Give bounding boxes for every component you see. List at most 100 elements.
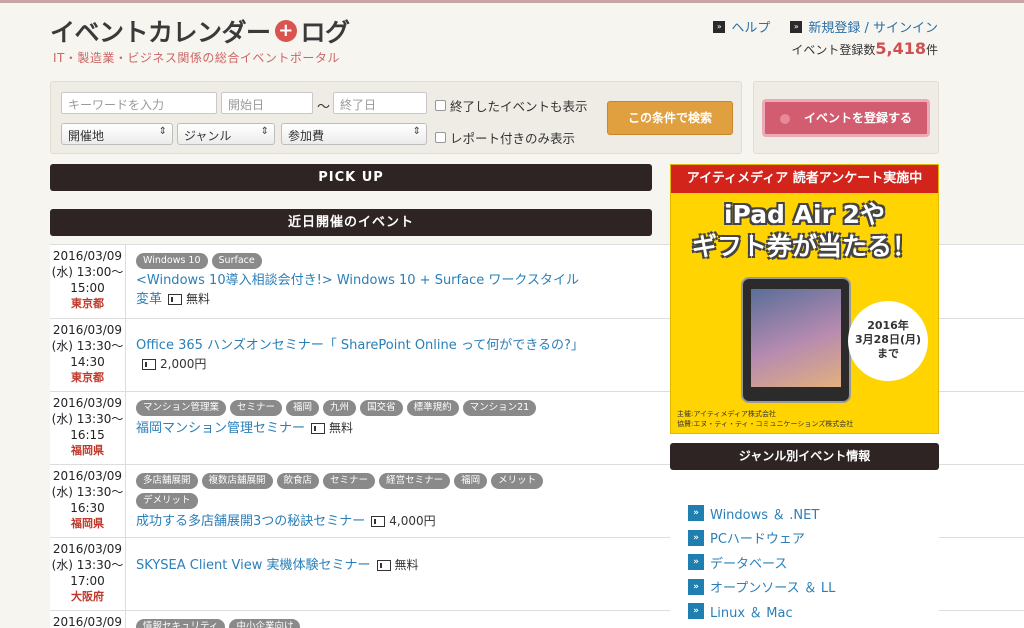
link-arrow-icon: » [713, 20, 726, 33]
event-fee-value: 無料 [186, 292, 211, 306]
event-date: 2016/03/09 [52, 323, 123, 337]
event-pref: 福岡県 [71, 517, 104, 530]
genre-select-value: ジャンル [184, 129, 232, 143]
event-count: イベント登録数5,418件 [791, 39, 938, 58]
event-tag[interactable]: セミナー [230, 400, 283, 416]
genre-link[interactable]: » データベース [688, 550, 939, 575]
event-end: 15:00 [70, 281, 105, 295]
genre-label: Linux ＆ Mac [710, 605, 793, 621]
genre-label: データベース [710, 556, 788, 572]
genre-label: PCハードウェア [710, 532, 805, 548]
ad-sponsor-host: 主催:アイティメディア株式会社 [677, 410, 776, 418]
deadline-until: まで [877, 347, 899, 360]
event-fee-value: 無料 [394, 558, 419, 572]
event-end: 17:00 [70, 574, 105, 588]
event-time: (水) 13:30～ [51, 485, 124, 499]
event-title-link[interactable]: 成功する多店舗展開3つの秘訣セミナー [136, 514, 365, 529]
genre-list: » Windows ＆ .NET » PCハードウェア » データベース » オープンソース … [670, 475, 939, 628]
event-date: 2016/03/09 [52, 396, 123, 410]
select-arrow-icon: ⇕ [260, 126, 269, 137]
end-date-input[interactable]: 終了日 [333, 92, 427, 114]
ad-headline-2: ギフト券が当たる！ [691, 232, 917, 261]
event-date-cell: 2016/03/09 (水) 13:30～ 16:15 福岡県 [50, 392, 126, 464]
event-tag[interactable]: メリット [491, 473, 544, 489]
genre-link[interactable]: » Windows ＆ .NET [688, 501, 939, 526]
event-fee-value: 無料 [329, 421, 354, 435]
event-tag[interactable]: 経営セミナー [379, 473, 451, 489]
deadline-year: 2016年 [867, 319, 909, 332]
venue-select-value: 開催地 [68, 129, 105, 143]
event-date: 2016/03/09 [52, 249, 123, 263]
event-title-link[interactable]: 福岡マンション管理セミナー [136, 421, 305, 436]
event-tag[interactable]: セミナー [323, 473, 376, 489]
genre-link[interactable]: » PCハードウェア [688, 526, 939, 551]
event-tag[interactable]: 情報セキュリティ [136, 619, 226, 628]
event-tag[interactable]: 飲食店 [276, 473, 320, 489]
event-tag[interactable]: Surface [211, 253, 262, 269]
event-date: 2016/03/09 [52, 469, 123, 483]
ticket-icon [168, 294, 183, 305]
ad-headline-1: iPad Air 2や [723, 200, 886, 229]
fee-select[interactable]: 参加費 ⇕ [281, 123, 427, 145]
help-link[interactable]: ヘルプ [731, 17, 770, 36]
event-tag[interactable]: 国交省 [360, 400, 403, 416]
fee-select-value: 参加費 [288, 129, 325, 143]
event-fee: 無料 [311, 421, 353, 435]
event-pref: 東京都 [71, 371, 104, 384]
ad-sponsors: 主催:アイティメディア株式会社 協賛:エヌ・ティ・ティ・コミュニケーションズ株式… [677, 409, 853, 429]
event-tag[interactable]: マンション21 [462, 400, 537, 416]
deadline-date: 3月28日(月) [854, 333, 922, 346]
count-value: 5,418 [875, 39, 926, 58]
start-date-input[interactable]: 開始日 [221, 92, 313, 114]
register-event-button[interactable]: イベントを登録する [762, 99, 930, 137]
checkbox-box[interactable] [435, 100, 446, 111]
event-tag[interactable]: マンション管理業 [136, 400, 227, 416]
arrow-icon: » [688, 529, 704, 546]
venue-select[interactable]: 開催地 ⇕ [61, 123, 173, 145]
event-tag[interactable]: Windows 10 [136, 253, 208, 269]
event-title-link[interactable]: SKYSEA Client View 実機体験セミナー [136, 558, 371, 573]
genre-link[interactable]: » オープンソース ＆ LL [688, 575, 939, 600]
date-range-separator: ～ [317, 100, 331, 115]
checkbox-box[interactable] [435, 132, 446, 143]
logo-text-left: イベントカレンダー [50, 18, 271, 47]
event-title-link[interactable]: Office 365 ハンズオンセミナー「 SharePoint Online … [136, 338, 584, 353]
checkbox-label: レポート付きのみ表示 [450, 131, 576, 146]
genre-select[interactable]: ジャンル ⇕ [177, 123, 275, 145]
search-panel: キーワードを入力 開始日 ～ 終了日 終了したイベントも表示 開催地 ⇕ ジャン… [50, 81, 742, 154]
event-tag[interactable]: 多店舗展開 [136, 473, 198, 489]
genre-link[interactable]: » Linux ＆ Mac [688, 599, 939, 624]
event-tag[interactable]: 九州 [323, 400, 357, 416]
event-tag[interactable]: 複数店舗展開 [201, 473, 273, 489]
arrow-icon: » [688, 578, 704, 595]
plus-pin-icon: + [274, 20, 297, 42]
register-button-label: イベントを登録する [803, 111, 912, 125]
checkbox-label: 終了したイベントも表示 [450, 99, 588, 114]
site-logo[interactable]: イベントカレンダー + ログ [50, 13, 350, 49]
signup-signin-link[interactable]: 新規登録 / サインイン [808, 17, 938, 36]
survey-ad-banner[interactable]: アイティメディア 読者アンケート実施中 iPad Air 2や ギフト券が当たる… [670, 164, 939, 434]
event-tags: マンション管理業 セミナー 福岡 九州 国交省 標準規約 マンション21 [136, 400, 586, 416]
keyword-input[interactable]: キーワードを入力 [61, 92, 217, 114]
event-tag[interactable]: 福岡 [454, 473, 488, 489]
genre-link[interactable]: »ネットワーク [688, 624, 939, 628]
select-arrow-icon: ⇕ [412, 126, 421, 137]
report-only-checkbox[interactable]: レポート付きのみ表示 [435, 128, 575, 147]
event-time: (水) 13:30～ [51, 558, 124, 572]
event-tag[interactable]: 中小企業向け [229, 619, 301, 628]
event-fee: 4,000円 [371, 514, 436, 528]
logo-text-right: ログ [300, 18, 351, 47]
event-tag[interactable]: デメリット [136, 493, 198, 509]
event-tag[interactable]: 福岡 [286, 400, 320, 416]
upcoming-header: 近日開催のイベント [50, 209, 652, 236]
genre-header: ジャンル別イベント情報 [670, 443, 939, 470]
event-time: (水) 13:00～ [51, 265, 124, 279]
event-tag[interactable]: 標準規約 [406, 400, 459, 416]
event-fee-value: 2,000円 [160, 357, 207, 371]
event-pref: 東京都 [71, 297, 104, 310]
event-end: 14:30 [70, 355, 105, 369]
show-finished-checkbox[interactable]: 終了したイベントも表示 [435, 96, 588, 115]
event-fee-value: 4,000円 [389, 514, 436, 528]
event-time: (水) 13:30～ [51, 339, 124, 353]
search-button[interactable]: この条件で検索 [607, 101, 733, 135]
